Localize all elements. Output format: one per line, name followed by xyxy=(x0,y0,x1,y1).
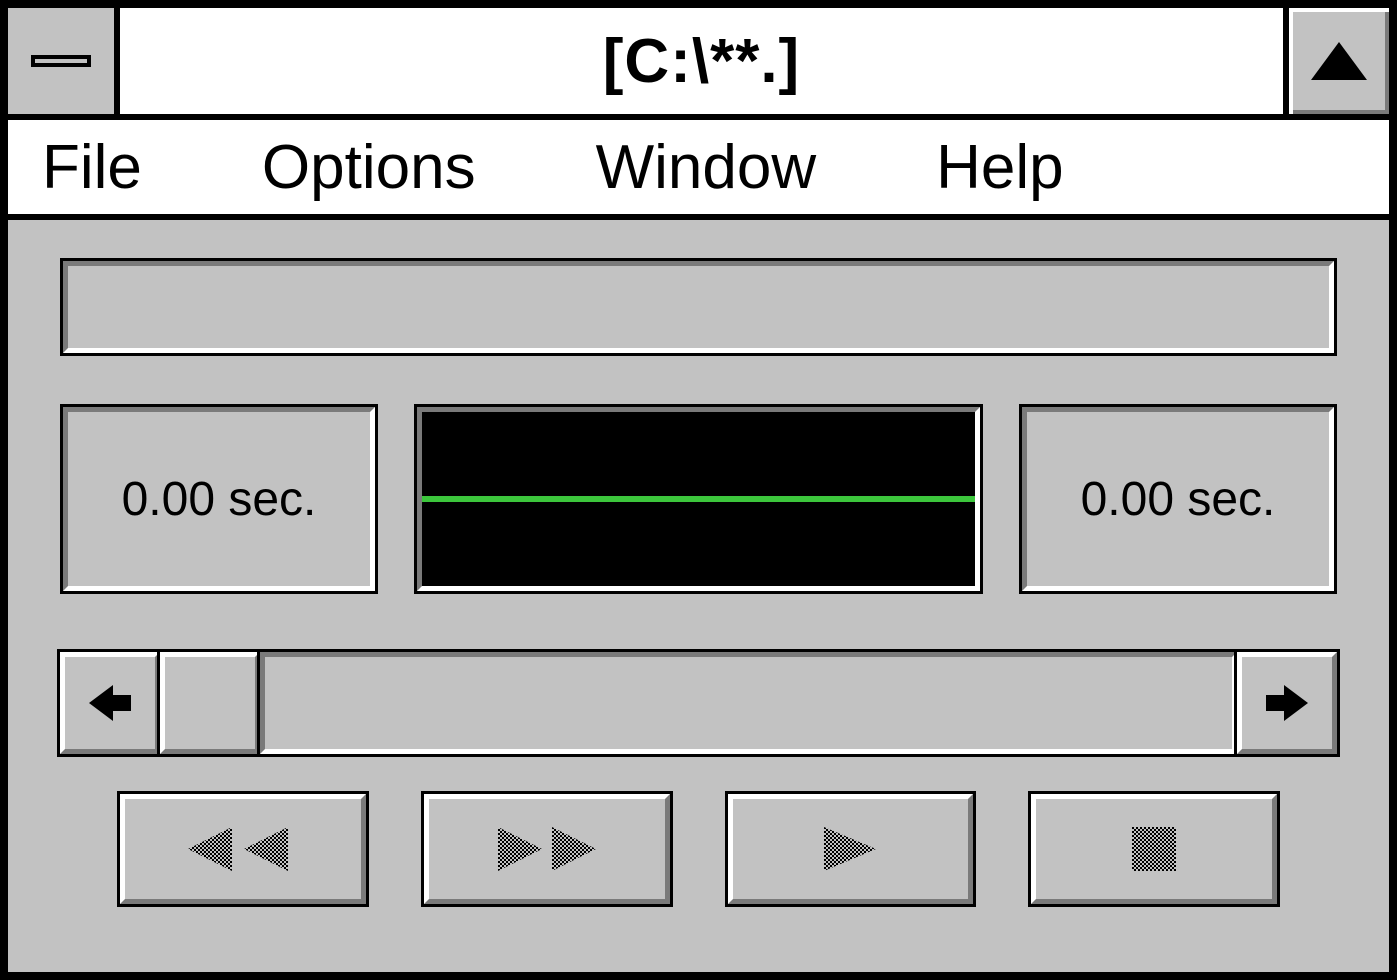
length-value: 0.00 sec. xyxy=(1081,472,1276,527)
waveform-line xyxy=(422,496,975,502)
app-window: [C:\**.] File Options Window Help 0.00 s… xyxy=(0,0,1397,980)
scroll-thumb[interactable] xyxy=(160,652,260,754)
play-icon xyxy=(820,827,880,871)
window-title: [C:\**.] xyxy=(120,8,1283,114)
stop-button[interactable] xyxy=(1031,794,1277,904)
stop-icon xyxy=(1132,827,1176,871)
rewind-icon xyxy=(188,827,298,871)
fast-forward-icon xyxy=(492,827,602,871)
menu-file[interactable]: File xyxy=(42,132,142,203)
scroll-track[interactable] xyxy=(260,652,1237,754)
titlebar: [C:\**.] xyxy=(8,8,1389,120)
play-button[interactable] xyxy=(728,794,974,904)
position-value: 0.00 sec. xyxy=(122,472,317,527)
rewind-button[interactable] xyxy=(120,794,366,904)
waveform-display xyxy=(417,407,980,591)
filename-field xyxy=(63,261,1334,353)
scroll-right-button[interactable] xyxy=(1237,652,1337,754)
maximize-button[interactable] xyxy=(1283,8,1389,114)
menu-window[interactable]: Window xyxy=(596,132,817,203)
filename-field-outline xyxy=(60,258,1337,356)
menubar: File Options Window Help xyxy=(8,120,1389,220)
triangle-up-icon xyxy=(1311,42,1367,80)
scroll-left-button[interactable] xyxy=(60,652,160,754)
fast-forward-button[interactable] xyxy=(424,794,670,904)
display-row: 0.00 sec. 0.00 sec. xyxy=(60,404,1337,594)
system-menu-button[interactable] xyxy=(8,8,120,114)
arrow-left-icon xyxy=(89,685,131,721)
transport-controls xyxy=(60,794,1337,904)
menu-options[interactable]: Options xyxy=(262,132,476,203)
scrollbar[interactable] xyxy=(60,652,1337,754)
arrow-right-icon xyxy=(1266,685,1308,721)
system-menu-icon xyxy=(31,55,91,67)
position-display: 0.00 sec. xyxy=(63,407,375,591)
client-area: 0.00 sec. 0.00 sec. xyxy=(8,220,1389,972)
menu-help[interactable]: Help xyxy=(936,132,1064,203)
length-display: 0.00 sec. xyxy=(1022,407,1334,591)
